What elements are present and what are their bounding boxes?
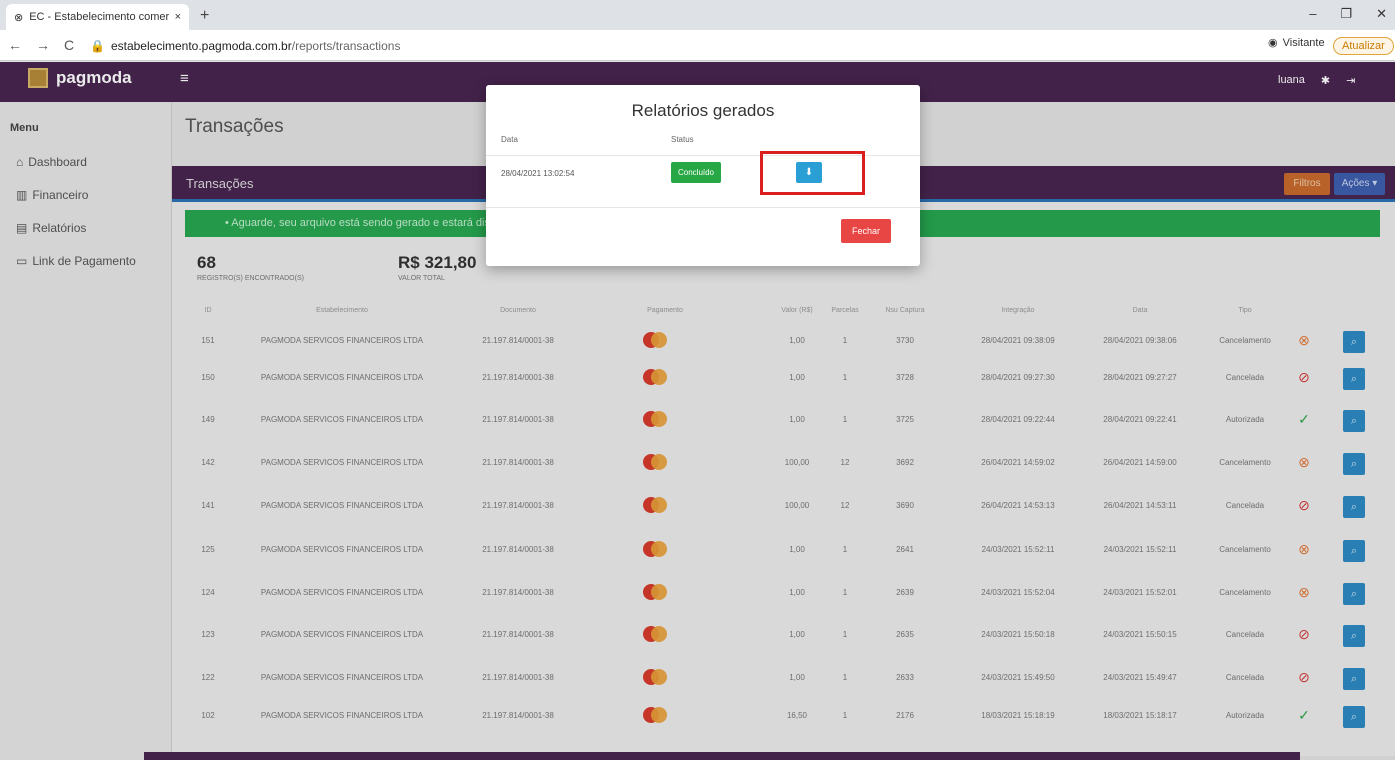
forward-icon[interactable]: → xyxy=(36,37,50,53)
minimize-icon[interactable]: – xyxy=(1309,6,1316,22)
globe-icon: ⊗ xyxy=(14,11,24,24)
report-date: 28/04/2021 13:02:54 xyxy=(501,169,575,178)
modal-title: Relatórios gerados xyxy=(631,101,775,120)
tab-close-icon[interactable]: × xyxy=(175,11,181,23)
url-host: estabelecimento.pagmoda.com.br xyxy=(110,39,292,53)
reports-modal: Relatórios gerados Data Status 28/04/202… xyxy=(486,85,920,266)
user-icon: ◉ xyxy=(1268,37,1278,49)
modal-col-date: Data xyxy=(501,135,518,144)
nav-buttons: ← → C xyxy=(8,37,74,53)
modal-col-status: Status xyxy=(671,135,694,144)
tab-title: EC - Estabelecimento comercial xyxy=(29,11,169,23)
divider xyxy=(486,207,920,208)
profile-label: Visitante xyxy=(1282,36,1325,49)
browser-tab[interactable]: ⊗ EC - Estabelecimento comercial × xyxy=(6,4,189,30)
url-field[interactable]: 🔒 estabelecimento.pagmoda.com.br/reports… xyxy=(90,36,1250,56)
download-icon[interactable]: ⬇ xyxy=(796,162,822,183)
close-button[interactable]: Fechar xyxy=(841,219,891,243)
reload-icon[interactable]: C xyxy=(64,37,74,53)
status-badge: Concluído xyxy=(671,162,721,183)
profile-button[interactable]: ◉ Visitante xyxy=(1268,36,1325,50)
maximize-icon[interactable]: ❐ xyxy=(1340,6,1352,22)
close-window-icon[interactable]: ✕ xyxy=(1376,6,1387,22)
window-controls: – ❐ ✕ xyxy=(1309,6,1387,22)
url-path: /reports/transactions xyxy=(291,39,401,53)
lock-icon: 🔒 xyxy=(90,39,105,53)
update-button[interactable]: Atualizar xyxy=(1333,37,1394,55)
new-tab-button[interactable]: + xyxy=(200,7,209,25)
back-icon[interactable]: ← xyxy=(8,37,22,53)
